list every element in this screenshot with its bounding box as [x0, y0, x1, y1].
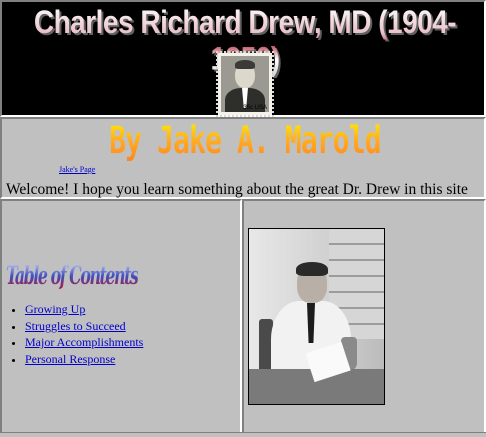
drew-lab-photo: [248, 228, 385, 405]
list-item: Personal Response: [10, 352, 143, 369]
author-title: By Jake A. Marold: [46, 119, 445, 163]
list-item: Growing Up: [10, 302, 143, 319]
toc-frame: Table of Contents Growing Up Struggles t…: [0, 199, 242, 434]
toc-link-personal-response[interactable]: Personal Response: [25, 352, 115, 366]
list-item: Struggles to Succeed: [10, 319, 143, 336]
toc-link-growing-up[interactable]: Growing Up: [25, 302, 85, 316]
list-item: Major Accomplishments: [10, 335, 143, 352]
bottom-frame-edge: [0, 432, 486, 437]
stamp-value: 35c USA: [243, 105, 267, 111]
toc-list: Growing Up Struggles to Succeed Major Ac…: [10, 302, 143, 368]
photo-frame: [242, 199, 486, 434]
toc-link-accomplishments[interactable]: Major Accomplishments: [25, 335, 143, 349]
welcome-text: Welcome! I hope you learn something abou…: [6, 181, 468, 198]
jakes-page-link[interactable]: Jake's Page: [59, 165, 95, 174]
stamp-image: 35c USA: [216, 51, 274, 117]
banner-frame: Charles Richard Drew, MD (1904-1950) Cha…: [0, 0, 486, 117]
toc-title: Table of Contents: [6, 261, 139, 291]
header-frame: By Jake A. Marold Jake's Page Welcome! I…: [0, 117, 486, 199]
toc-link-struggles[interactable]: Struggles to Succeed: [25, 319, 126, 333]
